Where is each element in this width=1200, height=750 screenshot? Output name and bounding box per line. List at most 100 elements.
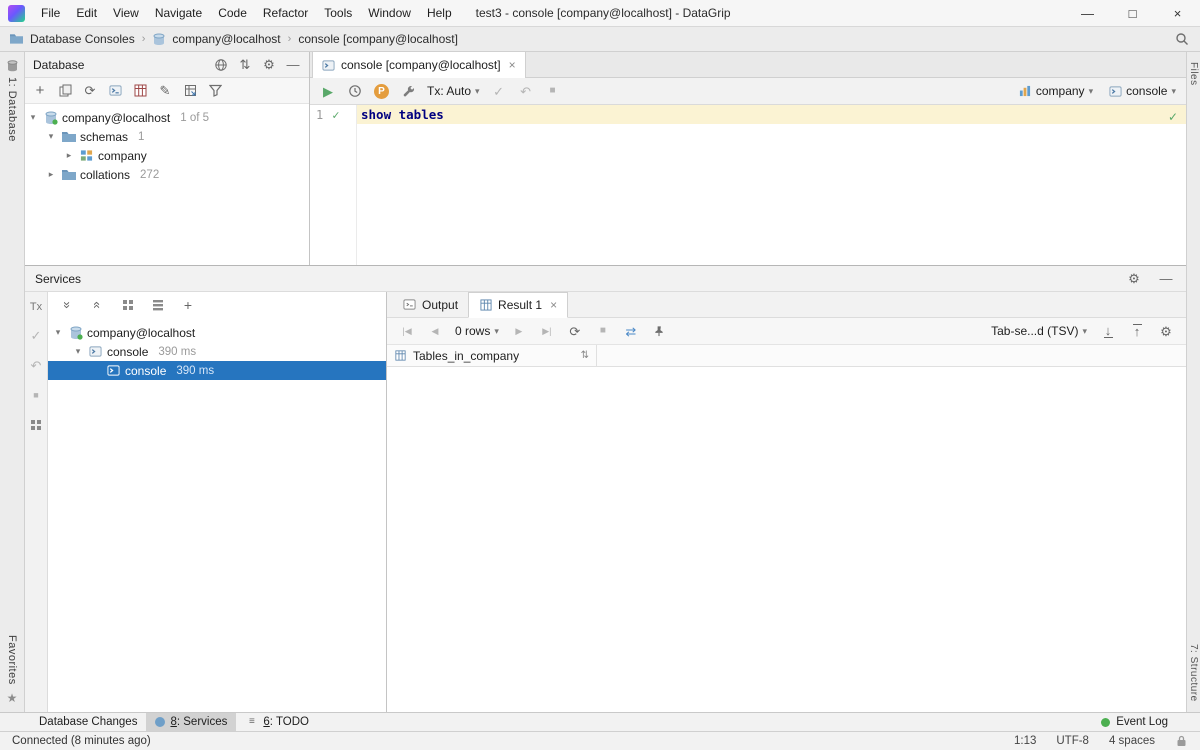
folder-icon [61,129,76,144]
tool-button-files[interactable]: Files [1188,62,1199,86]
menu-tools[interactable]: Tools [316,0,360,27]
maximize-button[interactable]: □ [1110,0,1155,27]
window-controls: — □ × [1065,0,1200,27]
status-message[interactable]: Connected (8 minutes ago) [12,735,151,747]
execution-history-icon[interactable] [347,83,363,99]
tab-todo[interactable]: ≡ 6: TODO [236,713,318,731]
star-icon[interactable]: ★ [7,691,18,705]
db-row-collations[interactable]: ▸ collations 272 [25,165,309,184]
add-datasource-icon[interactable]: + [32,83,48,99]
services-row-datasource[interactable]: ▾ company@localhost [48,323,386,342]
scroll-sync-icon[interactable]: ⇅ [237,57,253,73]
chevron-right-icon[interactable]: ▸ [45,169,57,180]
gear-icon[interactable]: ⚙ [261,57,277,73]
upload-icon[interactable]: ↑ [1129,323,1145,339]
tool-button-database[interactable]: 1: Database [6,77,18,142]
schema-selector[interactable]: company ▾ [1019,84,1093,98]
menu-code[interactable]: Code [210,0,255,27]
breadcrumb-item-datasource[interactable]: company@localhost [172,32,280,46]
services-row-console[interactable]: ▾ console 390 ms [48,342,386,361]
tab-database-changes[interactable]: Database Changes [30,713,146,731]
tool-button-favorites[interactable]: Favorites [6,635,18,685]
reload-query-icon[interactable]: ⟳ [567,323,583,339]
indent-setting[interactable]: 4 spaces [1109,735,1155,747]
editor-gutter: 1 ✓ [310,105,357,265]
db-row-schemas[interactable]: ▾ schemas 1 [25,127,309,146]
console-icon [1109,85,1122,98]
menu-help[interactable]: Help [419,0,460,27]
globe-icon[interactable] [213,57,229,73]
breadcrumb: Database Consoles › company@localhost › … [0,27,1200,52]
breadcrumb-item-console[interactable]: console [company@localhost] [298,32,458,46]
result-grid-body[interactable] [387,367,1186,712]
duplicate-icon[interactable] [57,83,73,99]
page-size-dropdown[interactable]: 0 rows ▾ [455,324,499,338]
editor-tab-console[interactable]: console [company@localhost] × [312,52,526,78]
parameters-icon[interactable]: P [374,84,389,99]
tab-result-1[interactable]: Result 1 × [468,292,568,318]
lock-icon[interactable] [1175,735,1188,748]
tx-mode-dropdown[interactable]: Tx: Auto ▾ [427,84,480,98]
hide-panel-icon[interactable]: — [285,57,301,73]
export-format-dropdown[interactable]: Tab-se...d (TSV) ▾ [991,324,1087,338]
hide-panel-icon[interactable]: — [1158,271,1174,287]
group-by-icon[interactable] [120,297,136,313]
bar-chart-icon [1019,85,1032,98]
gear-icon[interactable]: ⚙ [1158,323,1174,339]
jump-to-console-icon[interactable] [107,83,123,99]
table-icon [394,349,407,362]
tool-button-structure[interactable]: 7: Structure [1188,644,1199,702]
execute-button[interactable]: ▶ [320,83,336,99]
download-icon[interactable]: ↓ [1100,323,1116,339]
db-row-company[interactable]: ▸ company [25,146,309,165]
menu-window[interactable]: Window [360,0,419,27]
filter-icon[interactable] [207,83,223,99]
table-editor-icon[interactable] [132,83,148,99]
tx-toggle[interactable]: Tx [30,301,42,313]
menu-view[interactable]: View [105,0,147,27]
db-row-datasource[interactable]: ▾ company@localhost 1 of 5 [25,108,309,127]
sort-icon[interactable]: ⇅ [581,350,589,361]
code-editor[interactable]: show tables [357,105,1186,265]
expand-all-icon[interactable]: » [60,297,76,313]
database-tool-icon[interactable] [6,59,19,72]
results-toolbar-right: Tab-se...d (TSV) ▾ ↓ ↑ ⚙ [991,323,1174,339]
tab-output[interactable]: Output [393,292,468,317]
chevron-down-icon[interactable]: ▾ [45,131,57,142]
pin-icon[interactable] [651,323,667,339]
console-selector[interactable]: console ▾ [1109,84,1176,98]
chevron-down-icon[interactable]: ▾ [52,327,64,338]
tab-services[interactable]: 8: Services [146,713,236,731]
compare-icon[interactable]: ⇄ [623,323,639,339]
datasource-icon [68,325,83,340]
menu-edit[interactable]: Edit [68,0,105,27]
wrench-icon[interactable] [400,83,416,99]
minimize-button[interactable]: — [1065,0,1110,27]
refresh-icon[interactable]: ⟳ [82,83,98,99]
breadcrumb-item-database-consoles[interactable]: Database Consoles [30,32,135,46]
tab-close-icon[interactable]: × [550,298,557,312]
menu-file[interactable]: File [33,0,68,27]
modify-icon[interactable]: ✎ [157,83,173,99]
chevron-down-icon[interactable]: ▾ [27,112,39,123]
services-side-toolbar: Tx ✓ ↶ ■ [25,292,48,712]
collapse-all-icon[interactable]: « [90,297,106,313]
gear-icon[interactable]: ⚙ [1126,271,1142,287]
file-encoding[interactable]: UTF-8 [1056,735,1089,747]
column-header-tables-in-company[interactable]: Tables_in_company ⇅ [387,345,597,366]
add-service-icon[interactable]: + [180,297,196,313]
menu-navigate[interactable]: Navigate [147,0,210,27]
results-toolbar: |◀ ◀ 0 rows ▾ ▶ ▶| ⟳ ■ ⇄ [387,318,1186,345]
menu-refactor[interactable]: Refactor [255,0,316,27]
chevron-right-icon[interactable]: ▸ [63,150,75,161]
search-icon[interactable] [1174,31,1190,47]
caret-position[interactable]: 1:13 [1014,735,1036,747]
chevron-down-icon[interactable]: ▾ [72,346,84,357]
close-button[interactable]: × [1155,0,1200,27]
event-log-button[interactable]: Event Log [1101,716,1190,728]
services-row-query-selected[interactable]: console 390 ms [48,361,386,380]
layout-icon[interactable] [28,417,44,433]
export-icon[interactable] [182,83,198,99]
tab-close-icon[interactable]: × [509,58,516,72]
view-options-icon[interactable] [150,297,166,313]
